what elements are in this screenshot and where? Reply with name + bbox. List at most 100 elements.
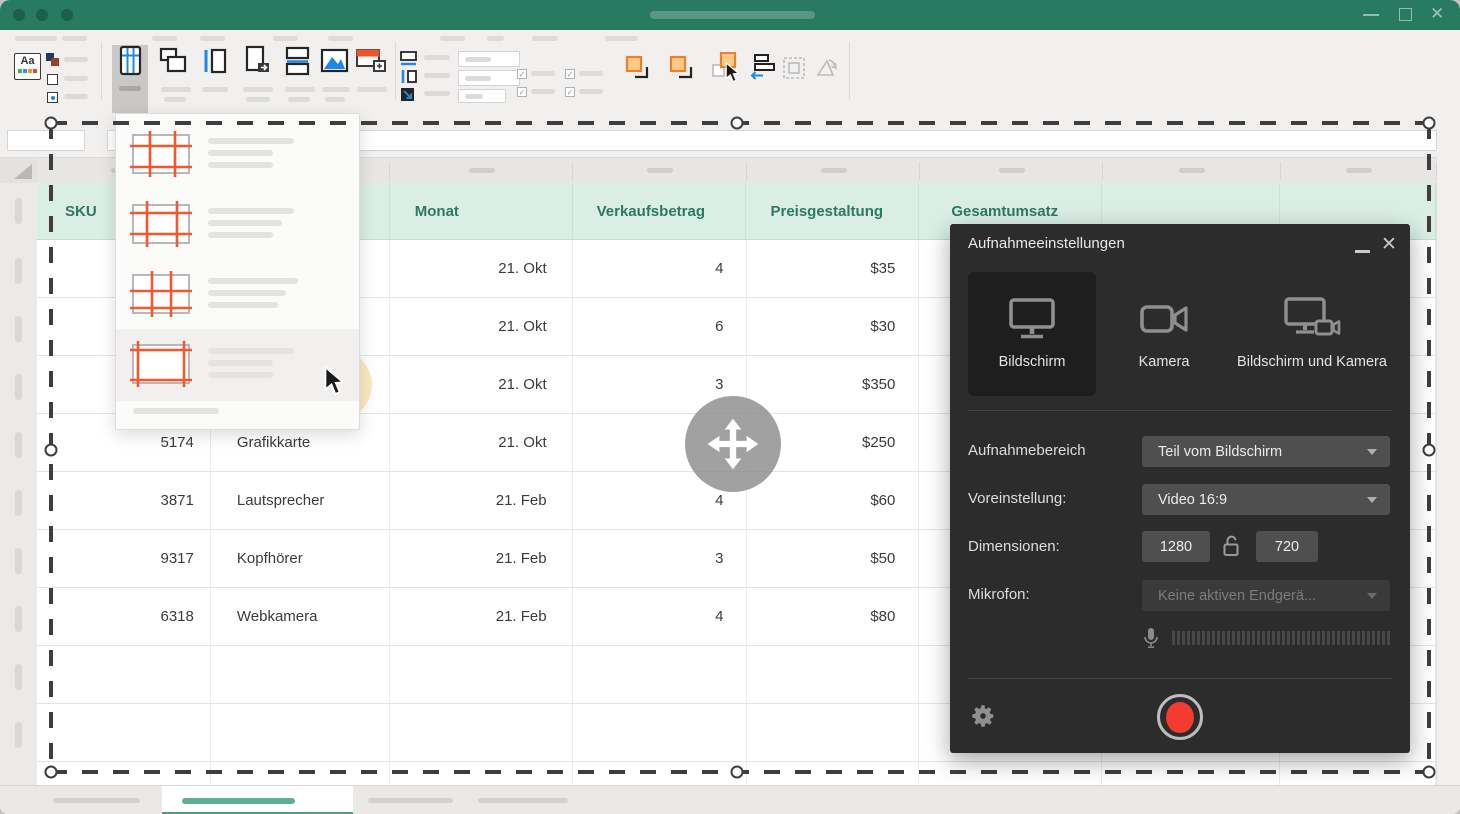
- table-layout-option-3[interactable]: [116, 267, 359, 337]
- table-cell[interactable]: 21. Okt: [390, 240, 573, 297]
- area-value: Teil vom Bildschirm: [1158, 444, 1282, 460]
- font-style-button[interactable]: Aa: [14, 53, 41, 80]
- table-cell[interactable]: $35: [747, 240, 920, 297]
- format-input[interactable]: [458, 70, 520, 86]
- table-cell[interactable]: 4: [573, 240, 747, 297]
- mic-icon: [1144, 628, 1158, 650]
- selection-handle-sw[interactable]: [45, 766, 58, 779]
- selection-handle-ne[interactable]: [1423, 117, 1436, 130]
- close-icon[interactable]: ✕: [1430, 4, 1444, 24]
- table-cell[interactable]: [211, 646, 390, 703]
- table-cell[interactable]: 4: [573, 588, 747, 645]
- table-cell[interactable]: 3871: [37, 472, 211, 529]
- record-button[interactable]: [1157, 694, 1203, 740]
- table-cell[interactable]: 21. Feb: [390, 472, 573, 529]
- table-layout-option-1[interactable]: [116, 127, 359, 197]
- theme-colors-icon[interactable]: [46, 53, 60, 67]
- group-caption: [152, 36, 177, 41]
- sheet-tab[interactable]: [368, 798, 453, 803]
- move-cursor-icon[interactable]: [685, 396, 781, 492]
- dot-option-icon[interactable]: [47, 92, 58, 103]
- align-left-icon[interactable]: [749, 54, 775, 87]
- table-cell[interactable]: [747, 704, 920, 761]
- bring-forward-icon[interactable]: [625, 55, 651, 86]
- header-cell[interactable]: Preisgestaltung: [746, 183, 919, 239]
- table-layout-option-4-hovered[interactable]: [116, 329, 359, 401]
- mode-tile-camera[interactable]: Kamera: [1100, 272, 1228, 396]
- grid-arrow-icon[interactable]: [400, 87, 418, 108]
- selection-handle-se[interactable]: [1423, 766, 1436, 779]
- table-cell[interactable]: 9317: [37, 530, 211, 587]
- gear-icon[interactable]: [970, 703, 996, 729]
- table-cell[interactable]: 21. Feb: [390, 530, 573, 587]
- header-cell[interactable]: Monat: [390, 183, 573, 239]
- option-checkbox[interactable]: ✓: [565, 87, 575, 97]
- table-cell[interactable]: 3: [573, 530, 747, 587]
- traffic-light-close[interactable]: [13, 9, 25, 21]
- name-box[interactable]: [7, 130, 85, 151]
- table-cell[interactable]: 21. Feb: [390, 588, 573, 645]
- maximize-icon[interactable]: [1399, 8, 1412, 21]
- table-cell[interactable]: Kopfhörer: [211, 530, 390, 587]
- divider: [968, 678, 1392, 679]
- minimize-icon[interactable]: [1363, 14, 1379, 16]
- selection-handle-nw[interactable]: [45, 117, 58, 130]
- label-placeholder: [325, 97, 345, 102]
- table-cell[interactable]: $60: [747, 472, 920, 529]
- table-cell[interactable]: [390, 646, 573, 703]
- table-cell[interactable]: $350: [747, 356, 920, 413]
- selection-handle-n[interactable]: [731, 117, 744, 130]
- select-all-triangle-icon: [14, 164, 32, 179]
- traffic-light-minimize[interactable]: [36, 9, 48, 21]
- table-cell[interactable]: [747, 646, 920, 703]
- table-cell[interactable]: [573, 646, 747, 703]
- table-cell[interactable]: [37, 646, 211, 703]
- mode-tile-screen[interactable]: Bildschirm: [968, 272, 1096, 396]
- header-cell[interactable]: Verkaufsbetrag: [573, 183, 747, 239]
- dialog-close-icon[interactable]: ✕: [1381, 233, 1397, 256]
- label-placeholder: [64, 76, 88, 81]
- group-caption: [15, 36, 57, 41]
- format-input[interactable]: [458, 89, 506, 103]
- area-dropdown[interactable]: Teil vom Bildschirm: [1142, 436, 1390, 467]
- format-input[interactable]: [458, 51, 520, 67]
- send-backward-icon[interactable]: [669, 55, 695, 86]
- table-cell[interactable]: [211, 704, 390, 761]
- table-cell[interactable]: $30: [747, 298, 920, 355]
- selection-handle-w[interactable]: [45, 444, 58, 457]
- select-all-corner[interactable]: [0, 157, 37, 183]
- sheet-tab-active[interactable]: [162, 786, 353, 814]
- table-cell[interactable]: $50: [747, 530, 920, 587]
- table-cell[interactable]: 21. Okt: [390, 414, 573, 471]
- width-input[interactable]: 1280: [1142, 531, 1210, 562]
- traffic-light-zoom[interactable]: [61, 9, 73, 21]
- table-layout-option-2[interactable]: [116, 197, 359, 267]
- camera-icon: [1138, 297, 1190, 341]
- table-cell[interactable]: $80: [747, 588, 920, 645]
- lock-open-icon[interactable]: [1223, 535, 1239, 557]
- option-checkbox[interactable]: ✓: [517, 87, 527, 97]
- dialog-minimize-icon[interactable]: [1355, 250, 1370, 253]
- fill-option-icon[interactable]: [47, 74, 58, 85]
- sheet-tab[interactable]: [478, 798, 568, 803]
- table-cell[interactable]: Webkamera: [211, 588, 390, 645]
- row-headers[interactable]: [0, 183, 37, 785]
- height-input[interactable]: 720: [1256, 531, 1318, 562]
- table-cell[interactable]: 6: [573, 298, 747, 355]
- selection-handle-s[interactable]: [731, 766, 744, 779]
- table-cell[interactable]: 21. Okt: [390, 298, 573, 355]
- table-cell[interactable]: Lautsprecher: [211, 472, 390, 529]
- table-cell[interactable]: 21. Okt: [390, 356, 573, 413]
- label-placeholder: [285, 87, 315, 92]
- preset-dropdown[interactable]: Video 16:9: [1142, 484, 1390, 515]
- table-cell[interactable]: [37, 704, 211, 761]
- table-cell[interactable]: [390, 704, 573, 761]
- column-label-placeholder: [821, 168, 847, 173]
- option-checkbox[interactable]: ✓: [517, 69, 527, 79]
- mode-tile-screen-and-camera[interactable]: Bildschirm und Kamera: [1232, 272, 1392, 396]
- selection-handle-e[interactable]: [1423, 444, 1436, 457]
- table-cell[interactable]: 6318: [37, 588, 211, 645]
- sheet-tab[interactable]: [53, 798, 140, 803]
- option-checkbox[interactable]: ✓: [565, 69, 575, 79]
- table-cell[interactable]: [573, 704, 747, 761]
